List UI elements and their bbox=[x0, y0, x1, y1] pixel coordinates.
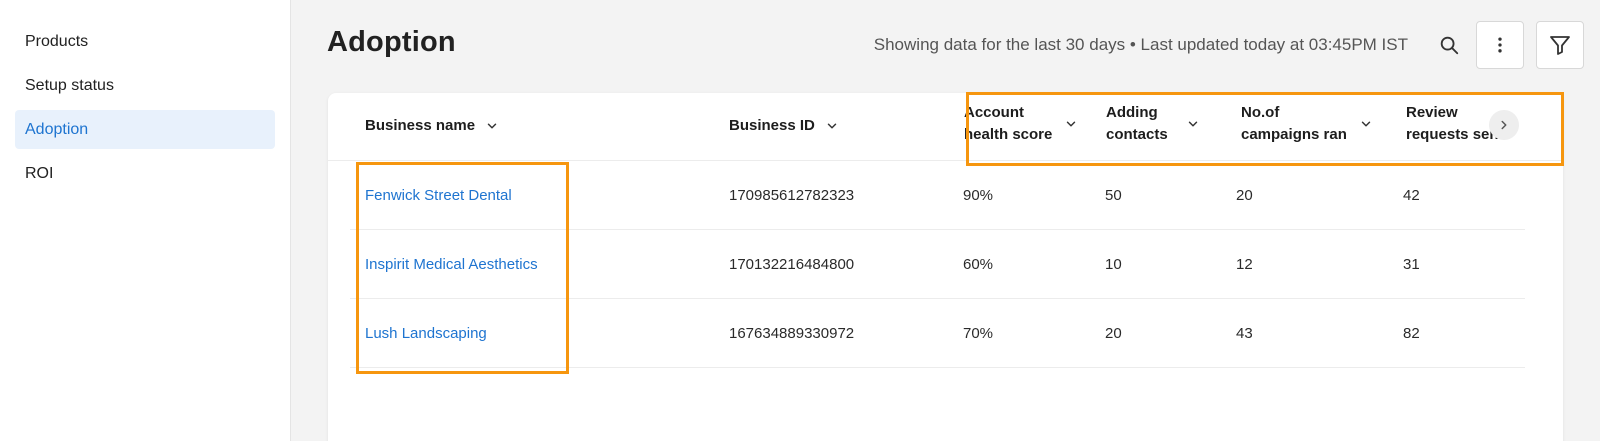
business-id-cell: 170985612782323 bbox=[729, 186, 855, 204]
data-status-text: Showing data for the last 30 days • Last… bbox=[873, 35, 1408, 54]
business-name-link[interactable]: Fenwick Street Dental bbox=[365, 161, 512, 229]
adding-contacts-cell: 50 bbox=[1105, 186, 1122, 204]
table-row: Lush Landscaping 167634889330972 70% 20 … bbox=[350, 299, 1525, 368]
search-icon bbox=[1440, 36, 1459, 55]
more-vertical-icon bbox=[1498, 37, 1502, 53]
filter-button[interactable] bbox=[1536, 21, 1584, 69]
sidebar-item-label: Adoption bbox=[25, 120, 89, 138]
column-header-account-health-score[interactable]: Account health score bbox=[964, 102, 1078, 146]
table-row: Fenwick Street Dental 170985612782323 90… bbox=[350, 161, 1525, 230]
column-header-business-name[interactable]: Business name bbox=[365, 115, 499, 137]
column-header-review-requests-sent[interactable]: Review requests sent bbox=[1406, 102, 1502, 146]
table-row: Inspirit Medical Aesthetics 170132216484… bbox=[350, 230, 1525, 299]
chevron-down-icon bbox=[825, 119, 839, 133]
column-header-business-id[interactable]: Business ID bbox=[729, 115, 839, 137]
search-button[interactable] bbox=[1431, 27, 1467, 63]
more-options-button[interactable] bbox=[1476, 21, 1524, 69]
business-id-cell: 170132216484800 bbox=[729, 255, 855, 273]
chevron-down-icon bbox=[1186, 117, 1200, 131]
scroll-right-button[interactable] bbox=[1489, 110, 1519, 140]
review-requests-cell: 82 bbox=[1403, 324, 1420, 342]
business-name-link[interactable]: Lush Landscaping bbox=[365, 299, 487, 367]
sidebar: Products Setup status Adoption ROI bbox=[0, 0, 291, 441]
business-id-cell: 167634889330972 bbox=[729, 324, 855, 342]
sidebar-item-label: Setup status bbox=[25, 76, 114, 94]
campaigns-ran-cell: 20 bbox=[1236, 186, 1253, 204]
chevron-down-icon bbox=[1064, 117, 1078, 131]
sidebar-item-label: Products bbox=[25, 32, 89, 50]
sidebar-item-products[interactable]: Products bbox=[15, 22, 275, 61]
health-score-cell: 70% bbox=[963, 324, 994, 342]
chevron-down-icon bbox=[485, 119, 499, 133]
adding-contacts-cell: 20 bbox=[1105, 324, 1122, 342]
main-content: Adoption Showing data for the last 30 da… bbox=[291, 0, 1600, 441]
page-title: Adoption bbox=[327, 26, 456, 58]
sidebar-item-setup-status[interactable]: Setup status bbox=[15, 66, 275, 105]
column-header-campaigns-ran[interactable]: No.of campaigns ran bbox=[1241, 102, 1373, 146]
sidebar-item-adoption[interactable]: Adoption bbox=[15, 110, 275, 149]
sidebar-item-label: ROI bbox=[25, 164, 54, 182]
review-requests-cell: 31 bbox=[1403, 255, 1420, 273]
health-score-cell: 90% bbox=[963, 186, 994, 204]
sidebar-item-roi[interactable]: ROI bbox=[15, 154, 275, 193]
filter-icon bbox=[1550, 36, 1570, 55]
health-score-cell: 60% bbox=[963, 255, 994, 273]
chevron-right-icon bbox=[1501, 120, 1507, 130]
adding-contacts-cell: 10 bbox=[1105, 255, 1122, 273]
campaigns-ran-cell: 43 bbox=[1236, 324, 1253, 342]
column-header-adding-contacts[interactable]: Adding contacts bbox=[1106, 102, 1200, 146]
campaigns-ran-cell: 12 bbox=[1236, 255, 1253, 273]
review-requests-cell: 42 bbox=[1403, 186, 1420, 204]
adoption-table-card: Business name Business ID Account health… bbox=[328, 93, 1563, 441]
table-header: Business name Business ID Account health… bbox=[328, 93, 1563, 161]
business-name-link[interactable]: Inspirit Medical Aesthetics bbox=[365, 230, 538, 298]
chevron-down-icon bbox=[1359, 117, 1373, 131]
